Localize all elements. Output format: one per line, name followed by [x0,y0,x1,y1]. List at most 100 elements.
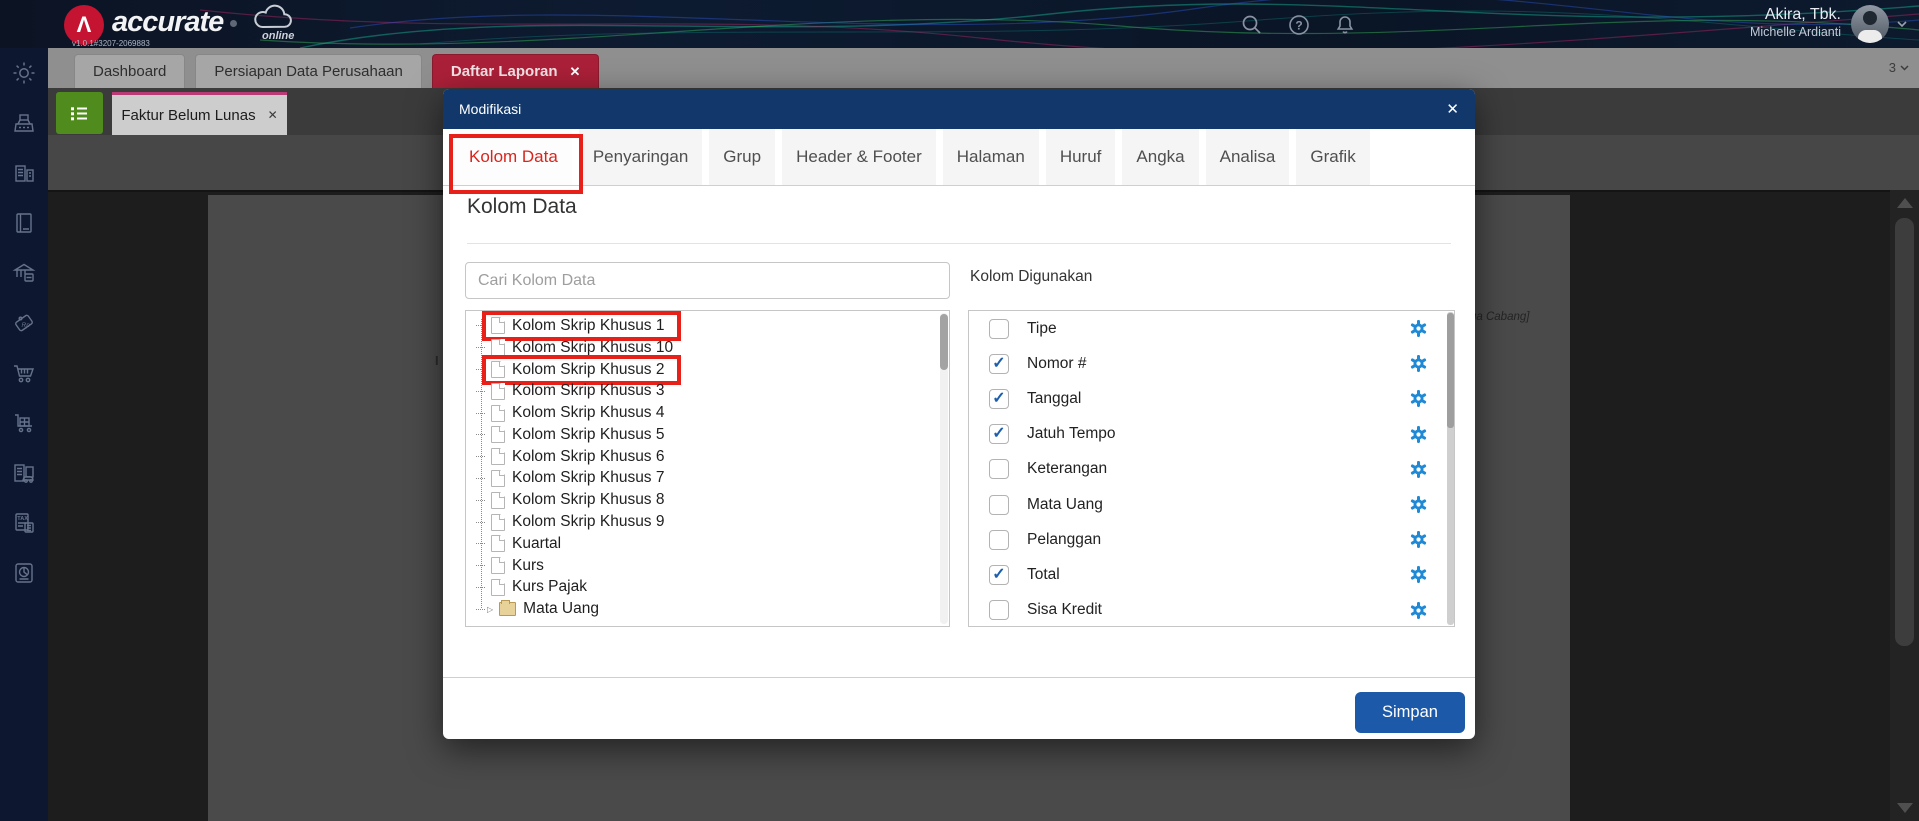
user-name: Michelle Ardianti [1749,25,1841,39]
modal-tab[interactable]: Penyaringan [578,129,703,185]
column-checkbox[interactable]: ✓ [989,353,1009,374]
column-settings-gear-icon[interactable] [1409,319,1428,338]
cash-register-icon[interactable] [0,98,48,148]
main-tab[interactable]: Daftar Laporan ✕ [431,54,600,88]
modal-tab-label: Halaman [956,147,1025,166]
tree-list: ▷ Kolom Skrip Khusus 1 ▷ [476,311,949,620]
column-settings-gear-icon[interactable] [1409,354,1428,373]
version-label: v1.0.1#3207-2069883 [72,39,150,48]
report-tab-label: Faktur Belum Lunas [121,106,256,124]
checkmark-icon: ✓ [992,565,1006,583]
modal-tab-label: Grup [723,147,762,166]
used-column-label: Keterangan [1027,460,1108,478]
column-settings-gear-icon[interactable] [1409,565,1428,584]
avatar[interactable] [1851,5,1889,43]
checkmark-icon: ✓ [992,354,1006,372]
modal-tab-label: Analisa [1219,147,1276,166]
header-dot-decoration [230,20,237,27]
modal-tab[interactable]: Halaman [942,129,1039,185]
search-icon[interactable] [1240,13,1264,37]
notifications-bell-icon[interactable] [1333,13,1357,37]
used-column-label: Sisa Kredit [1027,601,1102,619]
list-menu-icon [71,106,87,120]
folder-icon [499,600,517,617]
modal-tab[interactable]: Grafik [1296,129,1370,185]
company-buildings-icon[interactable] [0,148,48,198]
column-checkbox[interactable]: ✓ [989,459,1009,480]
column-settings-gear-icon[interactable] [1409,389,1428,408]
kolom-data-tree: ▷ Kolom Skrip Khusus 1 ▷ [465,310,950,627]
shopping-cart-icon[interactable] [0,348,48,398]
used-list-scrollbar-thumb[interactable] [1447,313,1454,428]
settings-gear-icon[interactable] [0,48,48,98]
scroll-down-arrow-icon[interactable] [1897,803,1913,813]
report-list-button[interactable] [56,92,103,134]
column-checkbox[interactable]: ✓ [989,424,1009,445]
checkmark-icon: ✓ [992,425,1006,443]
column-checkbox[interactable]: ✓ [989,564,1009,585]
modal-tab[interactable]: Grup [709,129,776,185]
main-tab-label: Persiapan Data Perusahaan [214,63,403,80]
footer-divider [443,677,1475,678]
column-checkbox[interactable]: ✓ [989,529,1009,550]
close-tab-icon[interactable]: ✕ [570,55,581,88]
cloud-icon [254,4,292,29]
main-scrollbar[interactable] [1890,190,1919,821]
modal-tab[interactable]: Header & Footer [782,129,936,185]
tree-scrollbar-thumb[interactable] [940,314,948,370]
scroll-up-arrow-icon[interactable] [1897,198,1913,208]
column-checkbox[interactable]: ✓ [989,388,1009,409]
simpan-button[interactable]: Simpan [1355,692,1465,733]
modal-tab[interactable]: Kolom Data [455,129,572,185]
ledger-book-icon[interactable] [0,198,48,248]
main-tab-strip: Dashboard ✕ Persiapan Data Perusahaan ✕ … [48,48,1919,88]
column-checkbox[interactable]: ✓ [989,494,1009,515]
report-pie-chart-icon[interactable] [0,548,48,598]
tax-document-icon[interactable]: TAX [0,498,48,548]
used-column-label: Total [1027,565,1060,583]
tree-item-label: Mata Uang [523,600,599,618]
user-info[interactable]: Akira, Tbk. Michelle Ardianti [1750,5,1841,39]
column-checkbox[interactable]: ✓ [989,600,1009,621]
used-column-row: ✓ Jatuh Tempo [969,417,1454,452]
price-tag-rp-icon[interactable]: Rp [0,298,48,348]
app-header: Λ accurate online v1.0.1#3207-2069883 ? … [0,0,1919,48]
used-column-row: ✓ Mata Uang [969,487,1454,522]
column-checkbox[interactable]: ✓ [989,318,1009,339]
bank-money-icon[interactable] [0,248,48,298]
used-column-row: ✓ Tanggal [969,381,1454,416]
help-icon[interactable]: ? [1287,13,1311,37]
modal-close-icon[interactable]: ✕ [1446,100,1459,118]
main-tab[interactable]: Persiapan Data Perusahaan ✕ [195,54,422,88]
used-column-row: ✓ Keterangan [969,452,1454,487]
scrollbar-thumb[interactable] [1895,218,1914,646]
logo-online-label: online [262,30,295,42]
modal-header: Modifikasi ✕ [443,89,1475,129]
kolom-digunakan-list: ✓ Tipe [968,310,1455,627]
search-kolom-data-input[interactable] [465,262,950,299]
column-settings-gear-icon[interactable] [1409,495,1428,514]
user-menu-chevron-down-icon[interactable] [1897,21,1907,27]
report-tab-faktur-belum-lunas[interactable]: Faktur Belum Lunas ✕ [112,92,287,135]
column-settings-gear-icon[interactable] [1409,460,1428,479]
tree-item-box: Mata Uang [490,594,615,624]
modal-tab[interactable]: Huruf [1045,129,1116,185]
kolom-digunakan-title: Kolom Digunakan [970,268,1093,285]
app-root: Λ accurate online v1.0.1#3207-2069883 ? … [0,0,1919,821]
tab-overflow-indicator[interactable]: 3 [1889,60,1909,75]
report-text-fragment-left: I [435,353,439,368]
fixed-asset-building-car-icon[interactable] [0,448,48,498]
main-tab[interactable]: Dashboard ✕ [74,54,186,88]
report-text-fragment-right: ua Cabang] [1470,311,1530,323]
modal-tab[interactable]: Analisa [1205,129,1290,185]
used-column-row: ✓ Tipe [969,311,1454,346]
used-column-row: ✓ Total [969,557,1454,592]
used-column-label: Jatuh Tempo [1027,425,1116,443]
modal-tab[interactable]: Angka [1122,129,1199,185]
tree-item[interactable]: ▷ Mata Uang [476,598,949,620]
close-report-tab-icon[interactable]: ✕ [268,108,278,122]
delivery-trolley-icon[interactable] [0,398,48,448]
column-settings-gear-icon[interactable] [1409,425,1428,444]
column-settings-gear-icon[interactable] [1409,530,1428,549]
column-settings-gear-icon[interactable] [1409,601,1428,620]
